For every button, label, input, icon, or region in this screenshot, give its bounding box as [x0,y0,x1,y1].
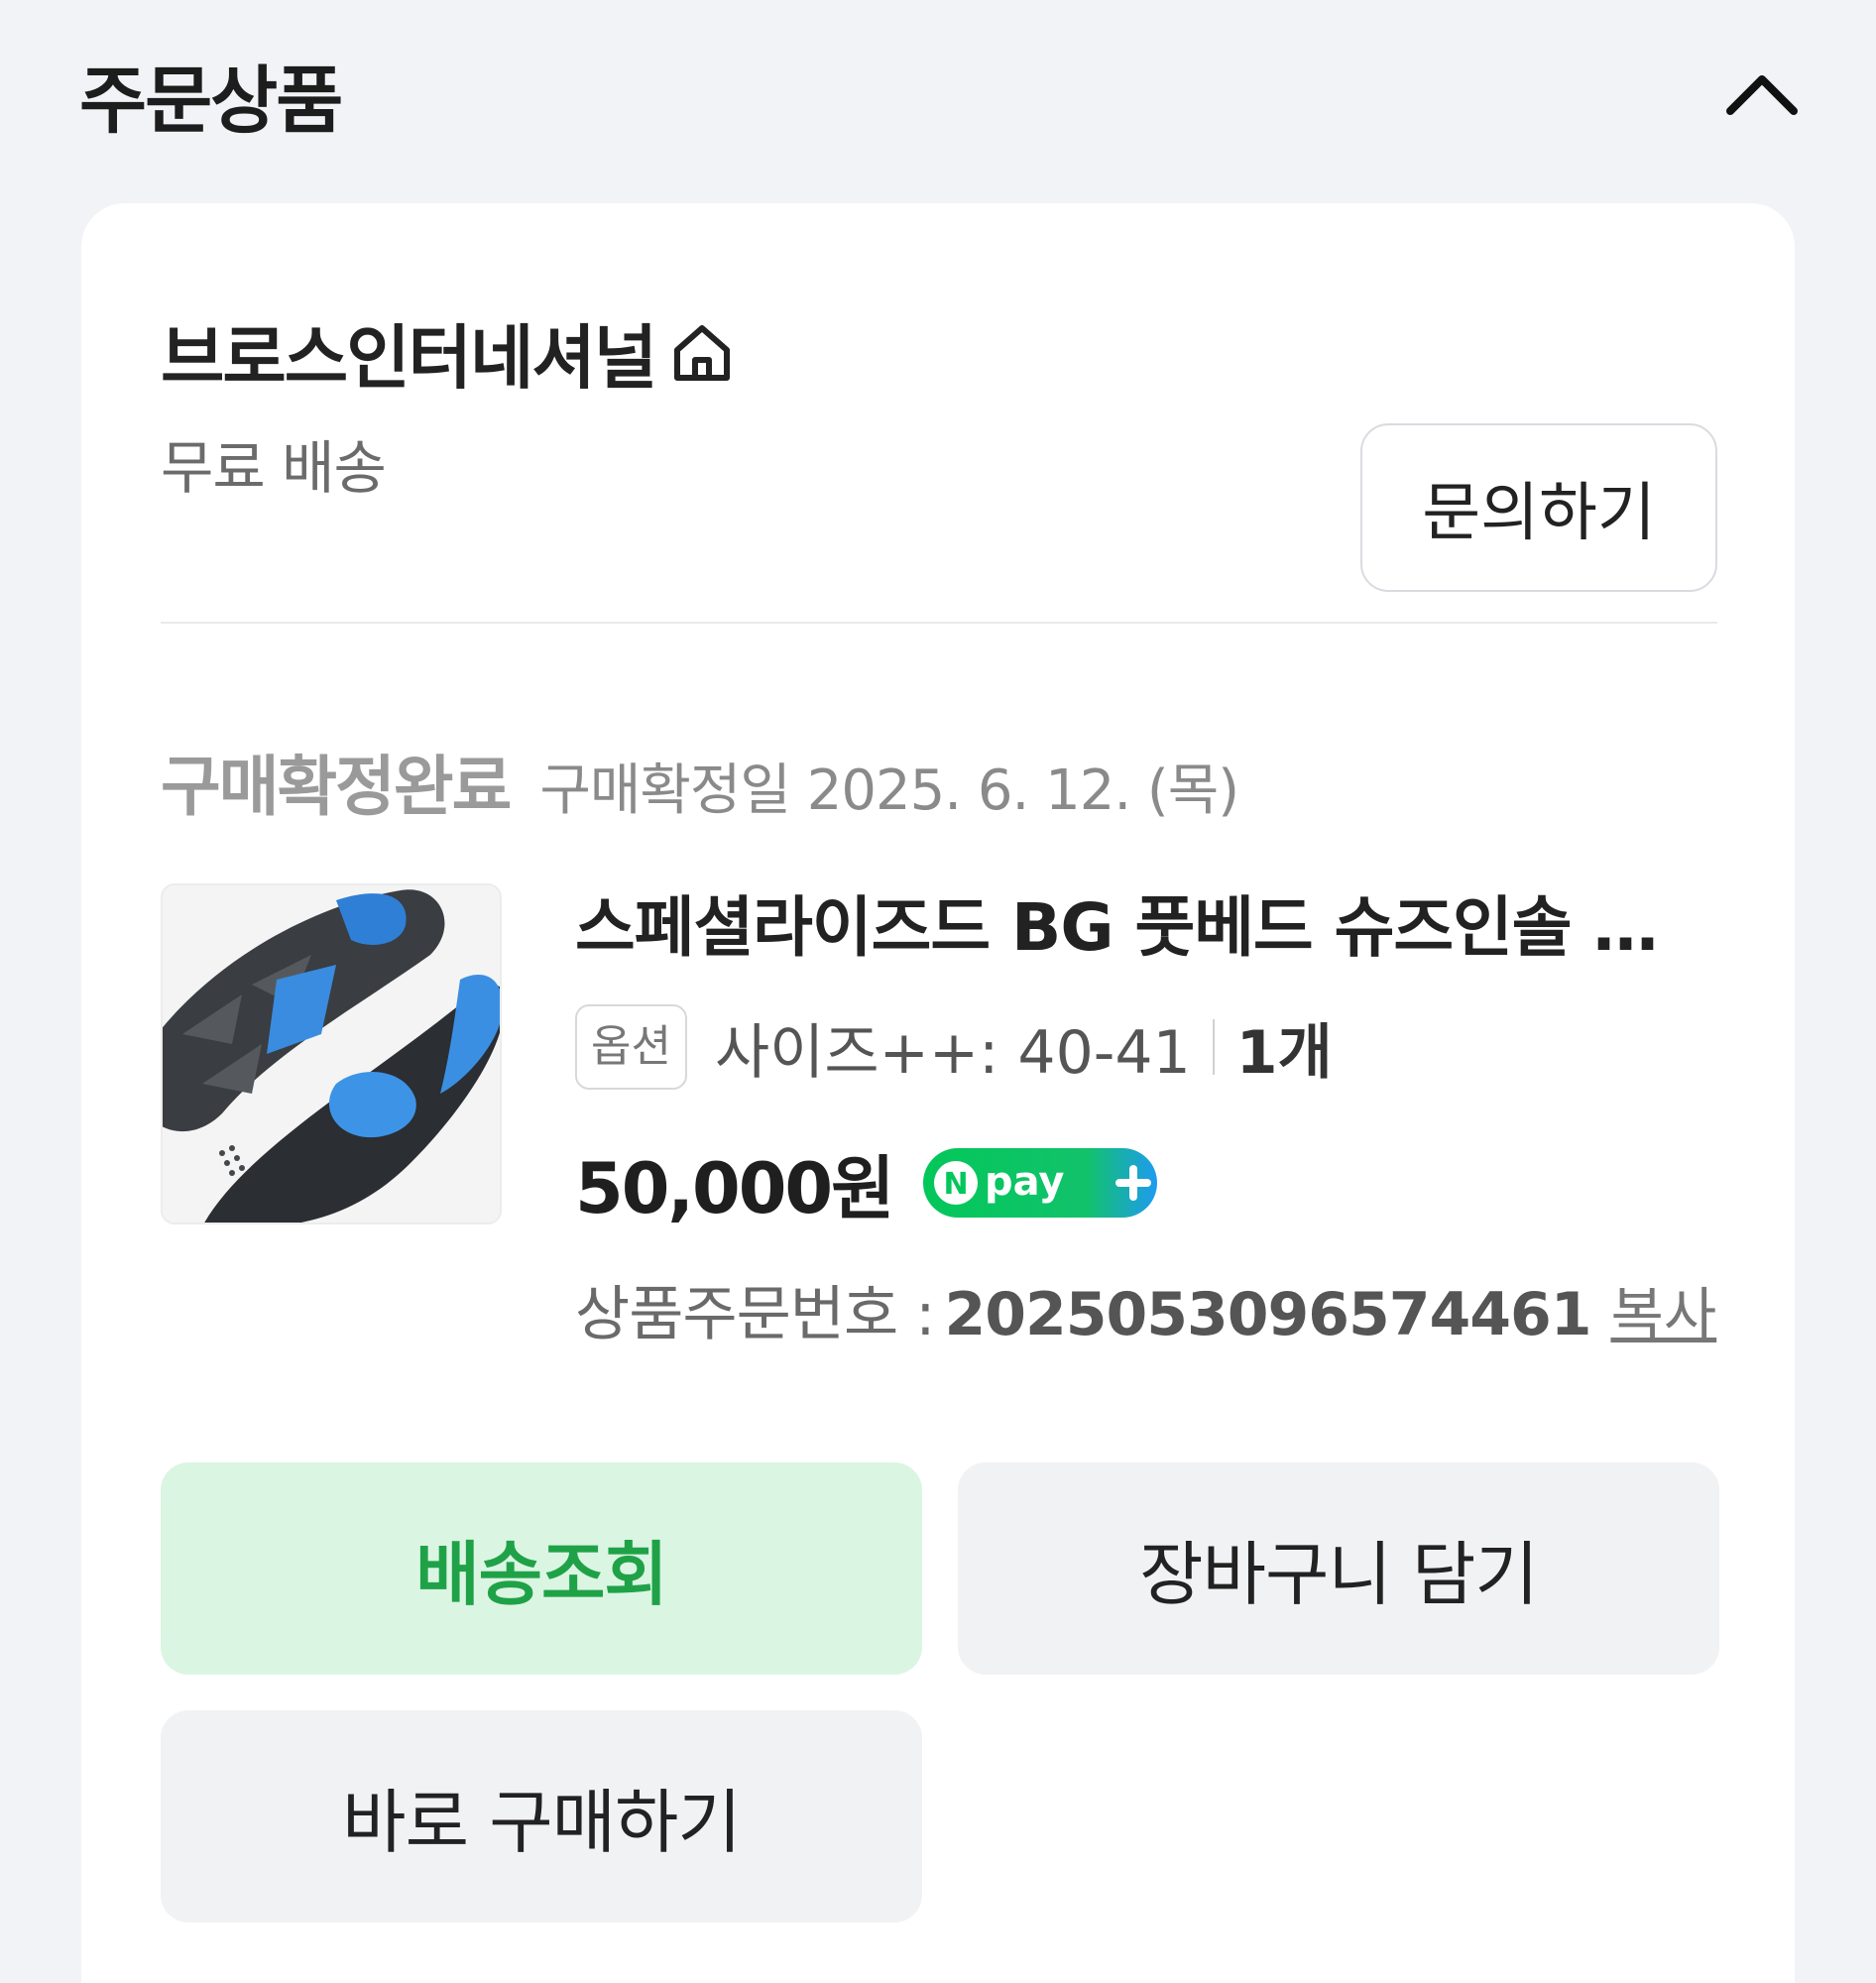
order-products-page: 주문상품 브로스인터네셔널 무료 배송 문의하기 구매확정완료 구매확정일 20… [0,0,1876,1983]
add-to-cart-button[interactable]: 장바구니 담기 [958,1462,1719,1675]
order-number: 2025053096574461 [944,1280,1592,1349]
insole-image [163,885,500,1223]
status-label: 구매확정완료 [161,749,512,825]
shipping-info: 무료 배송 [161,434,387,502]
price: 50,000원 [575,1147,895,1229]
option-separator [1212,1019,1215,1075]
track-delivery-button[interactable]: 배송조회 [161,1462,922,1675]
collapse-button[interactable] [1707,40,1817,149]
option-badge: 옵션 [575,1004,687,1090]
seller-name: 브로스인터네셔널 [161,317,657,399]
seller-link[interactable]: 브로스인터네셔널 [161,302,739,403]
chevron-up-icon [1726,75,1798,115]
product-thumbnail[interactable] [161,883,502,1225]
order-number-label: 상품주문번호 : [575,1280,935,1349]
order-card: 브로스인터네셔널 무료 배송 문의하기 구매확정완료 구매확정일 2025. 6… [81,203,1795,1983]
copy-link[interactable]: 복사 [1610,1268,1716,1351]
quantity-text: 1개 [1235,1017,1333,1088]
price-line: 50,000원 N pay [575,1135,1717,1230]
buy-now-button[interactable]: 바로 구매하기 [161,1710,922,1923]
order-number-line: 상품주문번호 : 2025053096574461 복사 [575,1266,1717,1355]
divider [161,622,1717,624]
section-title: 주문상품 [79,58,343,144]
option-text: 사이즈++: 40-41 [714,1017,1191,1088]
section-header: 주문상품 [79,40,1805,149]
product-row: 스페셜라이즈드 BG 풋베드 슈즈인솔 … 옵션 사이즈++: 40-41 1개… [161,883,1717,1349]
home-icon [667,317,739,389]
svg-text:N: N [943,1167,968,1202]
product-name[interactable]: 스페셜라이즈드 BG 풋베드 슈즈인솔 … [575,883,1717,973]
npay-label: pay [985,1159,1064,1205]
npay-plus-badge: N pay [922,1148,1157,1218]
order-status-row: 구매확정완료 구매확정일 2025. 6. 12. (목) [161,734,1239,829]
seller-row: 브로스인터네셔널 무료 배송 문의하기 [161,302,1717,592]
product-info: 스페셜라이즈드 BG 풋베드 슈즈인솔 … 옵션 사이즈++: 40-41 1개… [575,883,1717,1355]
inquiry-button[interactable]: 문의하기 [1360,423,1717,592]
confirm-date: 구매확정일 2025. 6. 12. (목) [539,758,1239,823]
option-line: 옵션 사이즈++: 40-41 1개 [575,1002,1717,1092]
